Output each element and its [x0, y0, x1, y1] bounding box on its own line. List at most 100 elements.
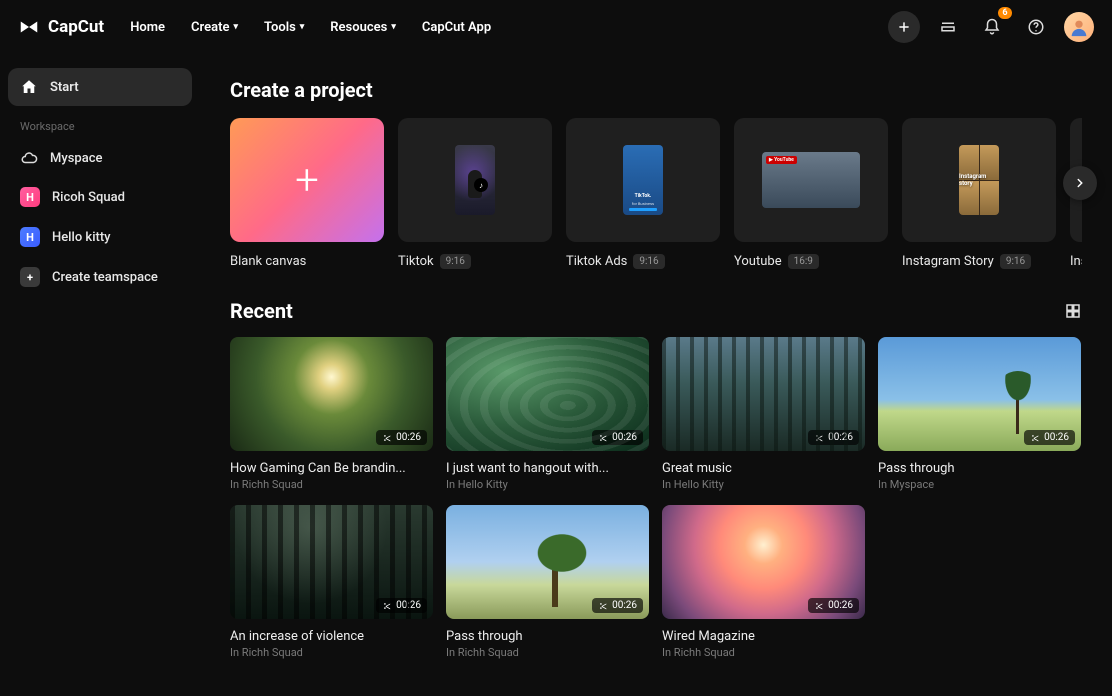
chevron-down-icon: ▾ [300, 22, 305, 32]
notifications-button[interactable]: 6 [976, 11, 1008, 43]
library-button[interactable] [932, 11, 964, 43]
template-instagram-story[interactable]: Instagram story Instagram Story 9:16 [902, 118, 1056, 269]
recent-title: An increase of violence [230, 629, 433, 644]
recent-title: How Gaming Can Be brandin... [230, 461, 433, 476]
recent-card[interactable]: 00:26 How Gaming Can Be brandin... In Ri… [230, 337, 433, 491]
workspace-label: Workspace [8, 106, 192, 139]
recent-title: Pass through [446, 629, 649, 644]
template-thumb: ▶ YouTube [734, 118, 888, 242]
recent-location: In Richh Squad [230, 478, 433, 491]
nav-app[interactable]: CapCut App [422, 20, 491, 35]
template-ratio: 16:9 [788, 254, 819, 269]
help-icon [1027, 18, 1045, 36]
duration-badge: 00:26 [808, 430, 859, 445]
workspace-icon: H [20, 187, 40, 207]
plus-icon: + [295, 156, 319, 205]
scroll-right-button[interactable] [1063, 166, 1097, 200]
duration-text: 00:26 [396, 432, 421, 443]
avatar[interactable] [1064, 12, 1094, 42]
duration-badge: 00:26 [1024, 430, 1075, 445]
view-grid-button[interactable] [1064, 302, 1082, 320]
workspace-icon: H [20, 227, 40, 247]
template-thumb: ♪ [398, 118, 552, 242]
recent-card[interactable]: 00:26 An increase of violence In Richh S… [230, 505, 433, 659]
sidebar-item-label: Myspace [50, 151, 103, 166]
brand-name: CapCut [48, 17, 104, 37]
template-youtube[interactable]: ▶ YouTube Youtube 16:9 [734, 118, 888, 269]
duration-text: 00:26 [828, 432, 853, 443]
recent-thumb: 00:26 [230, 337, 433, 451]
recent-thumb: 00:26 [446, 505, 649, 619]
duration-badge: 00:26 [592, 430, 643, 445]
recent-card[interactable]: 00:26 Pass through In Richh Squad [446, 505, 649, 659]
template-ratio: 9:16 [440, 254, 471, 269]
chevron-down-icon: ▾ [233, 22, 238, 32]
logo[interactable]: CapCut [18, 16, 104, 38]
template-ratio: 9:16 [633, 254, 664, 269]
sidebar-item-label: Start [50, 80, 79, 95]
recent-location: In Hello Kitty [662, 478, 865, 491]
sidebar-start[interactable]: Start [8, 68, 192, 106]
duration-badge: 00:26 [376, 598, 427, 613]
grid-icon [1064, 302, 1082, 320]
scissors-icon [382, 601, 392, 611]
recent-card[interactable]: 00:26 Pass through In Myspace [878, 337, 1081, 491]
main-content: Create a project + Blank canvas ♪ [200, 54, 1112, 696]
cloud-icon [20, 149, 38, 167]
help-button[interactable] [1020, 11, 1052, 43]
duration-text: 00:26 [612, 432, 637, 443]
recent-location: In Richh Squad [230, 646, 433, 659]
template-name: Ins [1070, 254, 1082, 269]
template-thumb: Instagram story [902, 118, 1056, 242]
recent-heading: Recent [230, 299, 293, 323]
sidebar-myspace[interactable]: Myspace [8, 139, 192, 177]
nav-links: Home Create▾ Tools▾ Resouces▾ CapCut App [130, 20, 491, 35]
sidebar-workspace-ricoh[interactable]: H Ricoh Squad [8, 177, 192, 217]
recent-card[interactable]: 00:26 I just want to hangout with... In … [446, 337, 649, 491]
nav-create[interactable]: Create▾ [191, 20, 238, 35]
nav-tools[interactable]: Tools▾ [264, 20, 304, 35]
notification-badge: 6 [998, 7, 1012, 19]
template-ratio: 9:16 [1000, 254, 1031, 269]
template-tiktok-ads[interactable]: TikTok. for Business Tiktok Ads 9:16 [566, 118, 720, 269]
duration-text: 00:26 [828, 600, 853, 611]
nav-home[interactable]: Home [130, 20, 165, 35]
template-thumb: + [230, 118, 384, 242]
recent-thumb: 00:26 [662, 505, 865, 619]
recent-card[interactable]: 00:26 Wired Magazine In Richh Squad [662, 505, 865, 659]
sidebar-item-label: Create teamspace [52, 270, 158, 285]
scissors-icon [814, 601, 824, 611]
template-blank-canvas[interactable]: + Blank canvas [230, 118, 384, 269]
sidebar-item-label: Hello kitty [52, 230, 111, 245]
duration-badge: 00:26 [376, 430, 427, 445]
sidebar-workspace-hello[interactable]: H Hello kitty [8, 217, 192, 257]
plus-icon: + [20, 267, 40, 287]
template-tiktok[interactable]: ♪ Tiktok 9:16 [398, 118, 552, 269]
template-list: + Blank canvas ♪ Tiktok 9:16 [230, 118, 1082, 269]
create-project-heading: Create a project [230, 78, 1082, 102]
template-name: Youtube [734, 254, 782, 269]
recent-thumb: 00:26 [230, 505, 433, 619]
duration-text: 00:26 [396, 600, 421, 611]
chevron-right-icon [1073, 176, 1087, 190]
sidebar-item-label: Ricoh Squad [52, 190, 125, 205]
recent-card[interactable]: 00:26 Great music In Hello Kitty [662, 337, 865, 491]
bell-icon [983, 18, 1001, 36]
scissors-icon [598, 433, 608, 443]
chevron-down-icon: ▾ [391, 22, 396, 32]
recent-title: Pass through [878, 461, 1081, 476]
scissors-icon [382, 433, 392, 443]
recent-title: Great music [662, 461, 865, 476]
template-thumb: TikTok. for Business [566, 118, 720, 242]
duration-badge: 00:26 [592, 598, 643, 613]
template-name: Instagram Story [902, 254, 994, 269]
scissors-icon [1030, 433, 1040, 443]
capcut-logo-icon [18, 16, 40, 38]
template-name: Tiktok [398, 254, 434, 269]
home-icon [20, 78, 38, 96]
plus-icon [897, 20, 911, 34]
user-avatar-icon [1068, 16, 1090, 38]
new-button[interactable] [888, 11, 920, 43]
nav-resources[interactable]: Resouces▾ [330, 20, 396, 35]
sidebar-create-teamspace[interactable]: + Create teamspace [8, 257, 192, 297]
